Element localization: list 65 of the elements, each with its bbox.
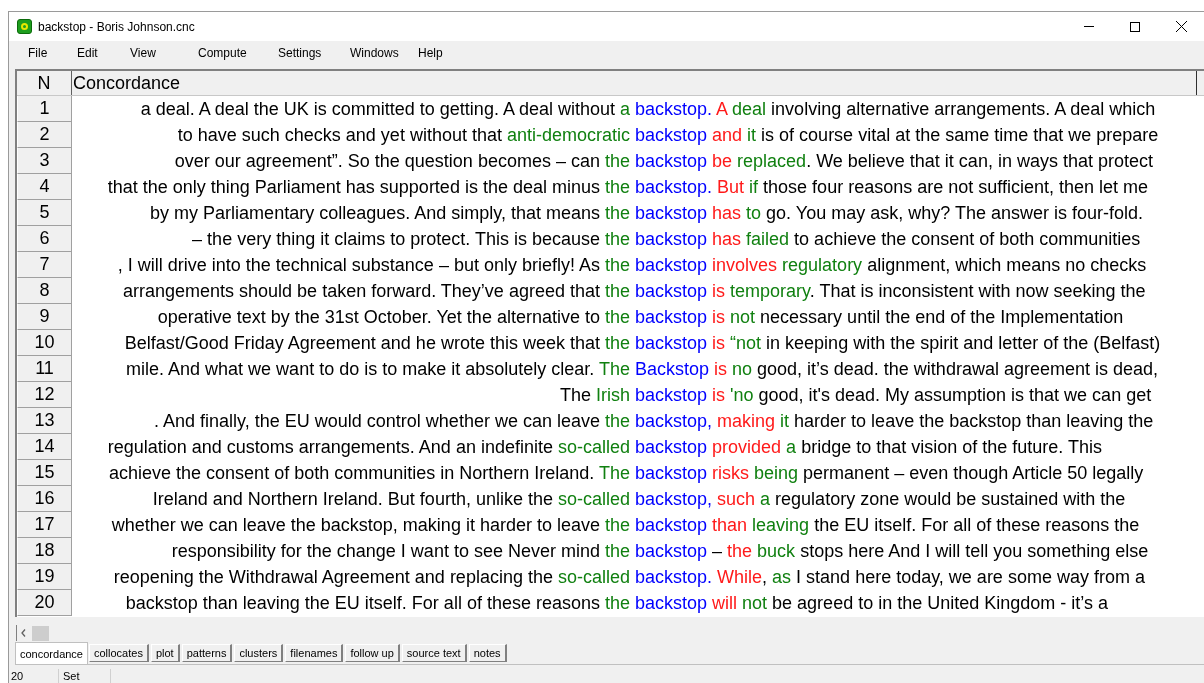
concordance-line[interactable]: by my Parliamentary colleagues. And simply, that means the backstop has to go. You may ask, why? The answer is four-fold. xyxy=(72,200,1197,226)
row-number[interactable]: 14 xyxy=(17,434,72,460)
row-number[interactable]: 15 xyxy=(17,460,72,486)
scroll-left-icon[interactable] xyxy=(21,629,26,637)
tab[interactable]: clusters xyxy=(234,644,284,662)
tab[interactable]: follow up xyxy=(345,644,400,662)
row-number[interactable]: 19 xyxy=(17,564,72,590)
row-number[interactable]: 6 xyxy=(17,226,72,252)
concordance-line[interactable]: over our agreement”. So the question becomes – can the backstop be replaced. We believe that it can, in ways that protect xyxy=(72,148,1197,174)
concordance-line[interactable]: – the very thing it claims to protect. This is because the backstop has failed to achieve the consent of both communities xyxy=(72,226,1197,252)
concordance-line[interactable]: that the only thing Parliament has supported is the deal minus the backstop. But if those four reasons are not sufficient, then let me xyxy=(72,174,1197,200)
close-icon xyxy=(1175,21,1187,32)
concordance-line[interactable]: a deal. A deal the UK is committed to getting. A deal without a backstop. A deal involving alternative arrangements. A deal which xyxy=(72,96,1197,122)
column-header[interactable]: N xyxy=(17,71,72,95)
tab[interactable]: plot xyxy=(150,644,180,662)
row-number[interactable]: 12 xyxy=(17,382,72,408)
concordance-line[interactable]: operative text by the 31st October. Yet the alternative to the backstop is not necessary until the end of the Implementation xyxy=(72,304,1197,330)
tab[interactable]: notes xyxy=(468,644,507,662)
concordance-line[interactable]: regulation and customs arrangements. And an indefinite so-called backstop provided a bridge to that vision of the future. This xyxy=(72,434,1197,460)
row-number[interactable]: 7 xyxy=(17,252,72,278)
tab[interactable]: concordance xyxy=(15,642,88,664)
row-number[interactable]: 13 xyxy=(17,408,72,434)
concordance-line[interactable]: The Irish backstop is 'no good, it's dead. My assumption is that we can get xyxy=(72,382,1197,408)
concordance-line[interactable]: backstop than leaving the EU itself. For all of these reasons the backstop will not be agreed to in the United Kingdom - it’s a xyxy=(72,590,1197,616)
menu-item[interactable]: Settings xyxy=(269,44,341,62)
tab[interactable]: patterns xyxy=(181,644,233,662)
concordance-line[interactable]: , I will drive into the technical substance – but only briefly! As the backstop involves regulatory alignment, which means no checks xyxy=(72,252,1197,278)
tab[interactable]: collocates xyxy=(89,644,149,662)
menu-item[interactable]: Compute xyxy=(189,44,269,62)
status-count: 20 xyxy=(9,669,59,683)
tab[interactable]: source text xyxy=(401,644,467,662)
status-text: Set xyxy=(59,669,111,683)
row-number[interactable]: 1 xyxy=(17,96,72,122)
row-number[interactable]: 18 xyxy=(17,538,72,564)
menu-item[interactable]: Edit xyxy=(68,44,121,62)
concordance-line[interactable]: to have such checks and yet without that anti-democratic backstop and it is of course vital at the same time that we prepare xyxy=(72,122,1197,148)
app-logo-icon xyxy=(17,19,32,34)
concordance-line[interactable]: mile. And what we want to do is to make it absolutely clear. The Backstop is no good, it’s dead. the withdrawal agreement is dead, xyxy=(72,356,1197,382)
row-number[interactable]: 3 xyxy=(17,148,72,174)
scrollbar-thumb[interactable] xyxy=(32,625,49,641)
row-number[interactable]: 9 xyxy=(17,304,72,330)
row-number[interactable]: 2 xyxy=(17,122,72,148)
concordance-line[interactable]: Belfast/Good Friday Agreement and he wrote this week that the backstop is “not in keeping with the spirit and letter of the (Belfast) xyxy=(72,330,1197,356)
concordance-line[interactable]: reopening the Withdrawal Agreement and replacing the so-called backstop. While, as I stand here today, we are some way from a xyxy=(72,564,1197,590)
window-title: backstop - Boris Johnson.cnc xyxy=(38,18,195,36)
tab[interactable]: filenames xyxy=(285,644,344,662)
row-number[interactable]: 8 xyxy=(17,278,72,304)
menu-item[interactable]: View xyxy=(121,44,189,62)
row-number[interactable]: 17 xyxy=(17,512,72,538)
menu-item[interactable]: Help xyxy=(409,44,459,62)
menu-item[interactable]: Windows xyxy=(341,44,409,62)
row-number[interactable]: 10 xyxy=(17,330,72,356)
menu-item[interactable]: File xyxy=(19,44,68,62)
concordance-line[interactable]: . And finally, the EU would control whether we can leave the backstop, making it harder to leave the backstop than leaving the xyxy=(72,408,1197,434)
concordance-line[interactable]: arrangements should be taken forward. They’ve agreed that the backstop is temporary. That is inconsistent with now seeking the xyxy=(72,278,1197,304)
concordance-line[interactable]: responsibility for the change I want to see Never mind the backstop – the buck stops here And I will tell you something else xyxy=(72,538,1197,564)
concordance-line[interactable]: Ireland and Northern Ireland. But fourth, unlike the so-called backstop, such a regulatory zone would be sustained with the xyxy=(72,486,1197,512)
row-number[interactable]: 4 xyxy=(17,174,72,200)
row-number[interactable]: 11 xyxy=(17,356,72,382)
concordance-line[interactable]: achieve the consent of both communities in Northern Ireland. The backstop risks being permanent – even though Article 50 legally xyxy=(72,460,1197,486)
row-number[interactable]: 16 xyxy=(17,486,72,512)
concordance-line[interactable]: whether we can leave the backstop, making it harder to leave the backstop than leaving the EU itself. For all of these reasons the xyxy=(72,512,1197,538)
row-number[interactable]: 5 xyxy=(17,200,72,226)
row-number[interactable]: 20 xyxy=(17,590,72,616)
column-header[interactable]: Concordance xyxy=(72,71,1197,95)
